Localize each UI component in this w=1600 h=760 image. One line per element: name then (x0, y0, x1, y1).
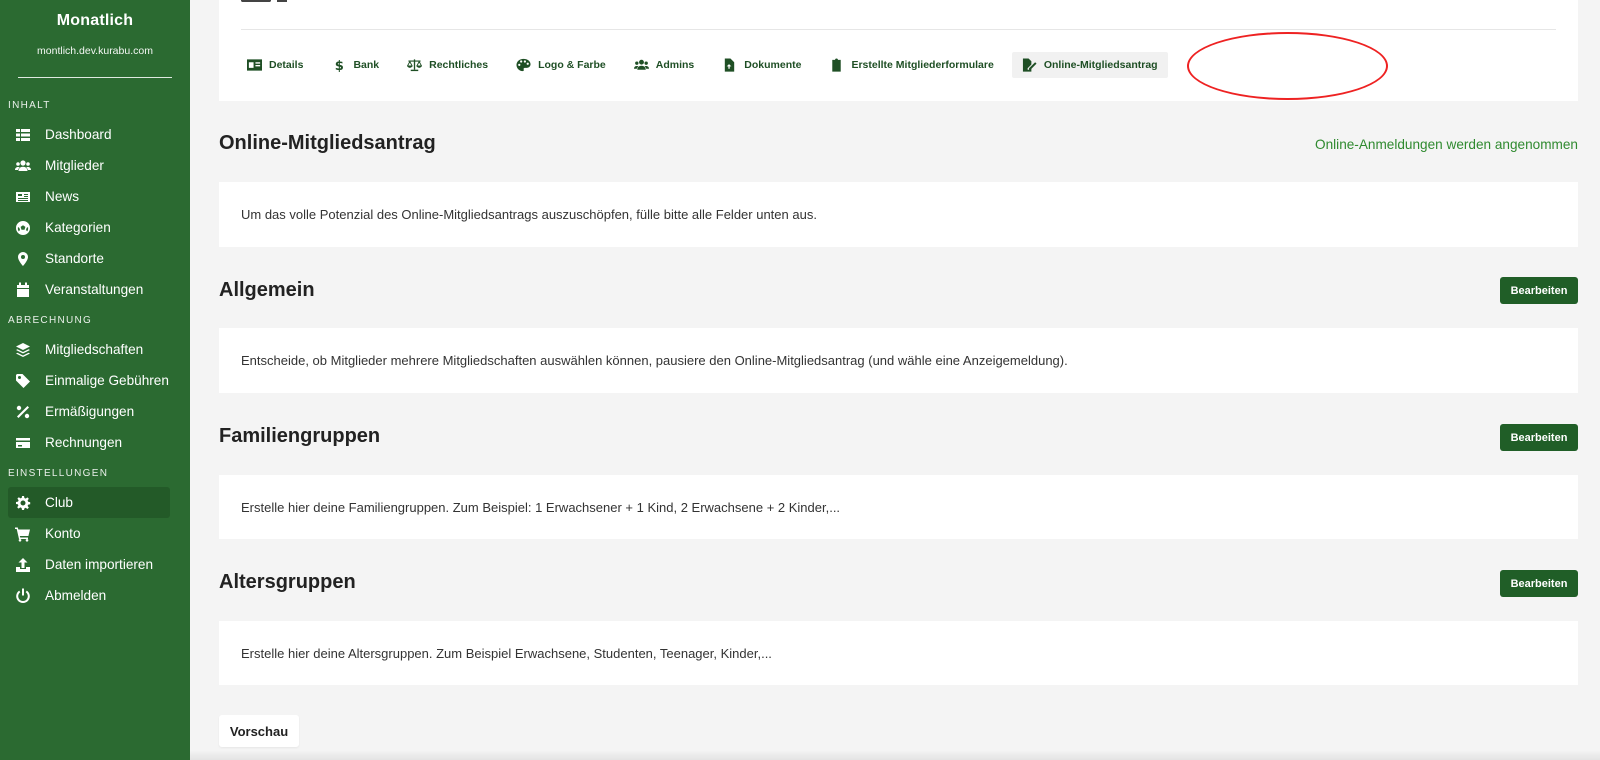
tab-label: Logo & Farbe (538, 59, 606, 71)
tab-documents[interactable]: Dokumente (712, 52, 811, 78)
sidebar-item-label: Rechnungen (45, 435, 123, 450)
tag-icon (14, 373, 32, 389)
tab-label: Online-Mitgliedsantrag (1043, 59, 1158, 71)
page-title: Online-Mitgliedsantrag (219, 132, 436, 154)
sidebar-item-club[interactable]: Club (8, 487, 170, 518)
table-icon (14, 127, 32, 143)
edit-general-button[interactable]: Bearbeiten (1500, 277, 1578, 304)
file-signature-icon (1022, 58, 1038, 72)
file-upload-icon (722, 58, 738, 72)
sidebar-divider (18, 77, 172, 78)
soccer-ball-icon (14, 220, 32, 236)
users-icon (633, 58, 650, 72)
sidebar-item-logout[interactable]: Abmelden (8, 580, 170, 611)
tab-label: Erstellte Mitgliederformulare (851, 59, 994, 71)
sidebar-item-categories[interactable]: Kategorien (8, 212, 170, 243)
percent-icon (14, 404, 32, 420)
sidebar-item-label: Daten importieren (45, 557, 154, 572)
intro-card: Um das volle Potenzial des Online-Mitgli… (219, 182, 1578, 247)
header-fragment (277, 0, 287, 2)
tab-logo-color[interactable]: Logo & Farbe (506, 52, 616, 78)
age-groups-description: Erstelle hier deine Altersgruppen. Zum B… (241, 645, 772, 661)
tab-label: Admins (655, 59, 695, 71)
tab-online-membership-application[interactable]: Online-Mitgliedsantrag (1011, 52, 1168, 78)
map-pin-icon (14, 251, 32, 267)
tab-label: Bank (353, 59, 380, 71)
scroll-shadow (190, 750, 1600, 760)
club-domain: montlich.dev.kurabu.com (37, 45, 153, 57)
tab-legal[interactable]: Rechtliches (397, 52, 498, 78)
clipboard-icon (829, 58, 845, 72)
edit-age-groups-button[interactable]: Bearbeiten (1500, 570, 1578, 597)
sidebar-item-events[interactable]: Veranstaltungen (8, 274, 170, 305)
section-label-content: INHALT (8, 100, 51, 111)
sidebar-item-invoices[interactable]: Rechnungen (8, 427, 170, 458)
highlight-circle-annotation (1187, 32, 1388, 100)
age-groups-card: Erstelle hier deine Altersgruppen. Zum B… (219, 621, 1578, 685)
sidebar-item-label: Dashboard (45, 127, 112, 142)
sidebar-item-news[interactable]: News (8, 181, 170, 212)
scale-icon (407, 58, 423, 72)
sidebar-item-label: Veranstaltungen (45, 282, 144, 297)
sidebar-item-one-time-fees[interactable]: Einmalige Gebühren (8, 365, 170, 396)
club-settings-tabs-card: Details $ Bank Rechtliches Logo & Farbe … (219, 0, 1578, 101)
sidebar: Monatlich montlich.dev.kurabu.com INHALT… (0, 0, 190, 760)
newspaper-icon (14, 189, 32, 205)
section-label-settings: EINSTELLUNGEN (8, 468, 109, 479)
sidebar-item-members[interactable]: Mitglieder (8, 150, 170, 181)
gear-icon (14, 495, 32, 511)
intro-text: Um das volle Potenzial des Online-Mitgli… (241, 207, 817, 222)
cart-icon (14, 526, 32, 542)
sidebar-item-label: Mitgliedschaften (45, 342, 144, 357)
sidebar-item-label: Standorte (45, 251, 104, 266)
sidebar-item-import-data[interactable]: Daten importieren (8, 549, 170, 580)
preview-button[interactable]: Vorschau (219, 715, 299, 747)
general-description: Entscheide, ob Mitglieder mehrere Mitgli… (241, 353, 1068, 368)
id-card-icon (247, 58, 263, 72)
edit-family-groups-button[interactable]: Bearbeiten (1500, 424, 1578, 451)
section-title-general: Allgemein (219, 279, 315, 301)
sidebar-item-label: Kategorien (45, 220, 111, 235)
sidebar-item-account[interactable]: Konto (8, 518, 170, 549)
family-groups-card: Erstelle hier deine Familiengruppen. Zum… (219, 475, 1578, 539)
status-text: Online-Anmeldungen werden angenommen (1315, 137, 1578, 152)
sidebar-item-label: Ermäßigungen (45, 404, 135, 419)
users-icon (14, 158, 32, 174)
layers-icon (14, 342, 32, 358)
family-groups-description: Erstelle hier deine Familiengruppen. Zum… (241, 499, 841, 515)
tabs-divider (241, 29, 1556, 30)
sidebar-item-locations[interactable]: Standorte (8, 243, 170, 274)
svg-text:$: $ (335, 59, 344, 72)
sidebar-item-dashboard[interactable]: Dashboard (8, 119, 170, 150)
general-card: Entscheide, ob Mitglieder mehrere Mitgli… (219, 328, 1578, 393)
section-title-family-groups: Familiengruppen (219, 425, 381, 447)
tab-bank[interactable]: $ Bank (321, 52, 389, 78)
power-icon (14, 588, 32, 604)
brand: Monatlich montlich.dev.kurabu.com (0, 0, 190, 57)
calendar-icon (14, 282, 32, 298)
sidebar-item-label: Konto (45, 526, 81, 541)
header-fragment (241, 0, 271, 2)
tab-label: Dokumente (744, 59, 802, 71)
sidebar-item-label: Einmalige Gebühren (45, 373, 169, 388)
sidebar-item-label: Abmelden (45, 588, 107, 603)
sidebar-item-memberships[interactable]: Mitgliedschaften (8, 334, 170, 365)
dollar-icon: $ (331, 58, 347, 72)
tab-label: Details (269, 59, 304, 71)
upload-icon (14, 557, 32, 573)
sidebar-item-label: Mitglieder (45, 158, 104, 173)
section-title-age-groups: Altersgruppen (219, 571, 356, 593)
credit-card-icon (14, 435, 32, 451)
section-label-billing: ABRECHNUNG (8, 315, 93, 326)
sidebar-item-discounts[interactable]: Ermäßigungen (8, 396, 170, 427)
tab-created-member-forms[interactable]: Erstellte Mitgliederformulare (819, 52, 1003, 78)
tab-label: Rechtliches (429, 59, 489, 71)
sidebar-item-label: News (45, 189, 79, 204)
tab-details[interactable]: Details (241, 52, 313, 78)
tab-admins[interactable]: Admins (624, 52, 705, 78)
club-name: Monatlich (56, 12, 134, 29)
settings-tabs: Details $ Bank Rechtliches Logo & Farbe … (241, 52, 1176, 78)
sidebar-item-label: Club (45, 495, 73, 510)
palette-icon (516, 58, 532, 72)
